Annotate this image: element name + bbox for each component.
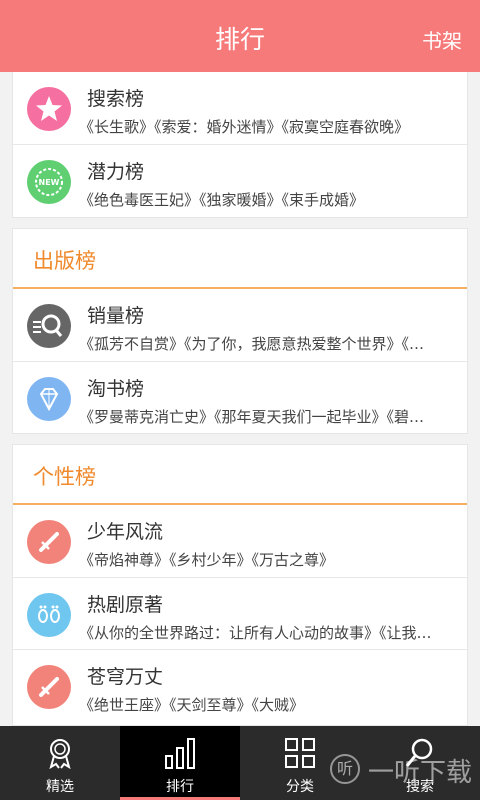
ranking-row-youth[interactable]: 少年风流 《帝焰神尊》《乡村少年》《万古之尊》 — [13, 505, 467, 577]
ranking-name: 淘书榜 — [87, 378, 145, 400]
app-header: 排行 书架 — [0, 0, 480, 72]
ranking-row-search[interactable]: 搜索榜 《长生歌》《索爱：婚外迷情》《寂寞空庭春欲晚》 — [13, 72, 467, 144]
sword-icon — [27, 665, 71, 709]
ranking-books: 《帝焰神尊》《乡村少年》《万古之尊》 — [79, 551, 335, 569]
star-icon — [27, 87, 71, 131]
bar-chart-icon — [165, 738, 195, 769]
ranking-card-personal: 个性榜 少年风流 《帝焰神尊》《乡村少年》《万古之尊》 热剧原著 《从你的全世界… — [12, 444, 468, 726]
ranking-row-taoshu[interactable]: 淘书榜 《罗曼蒂克消亡史》《那年夏天我们一起毕业》《碧… — [13, 361, 467, 433]
ranking-name: 少年风流 — [87, 521, 164, 543]
ranking-books: 《从你的全世界路过：让所有人心动的故事》《让我… — [79, 624, 432, 642]
diamond-icon — [27, 377, 71, 421]
ranking-books: 《长生歌》《索爱：婚外迷情》《寂寞空庭春欲晚》 — [79, 118, 410, 136]
ranking-name: 搜索榜 — [87, 88, 145, 110]
sword-icon — [27, 520, 71, 564]
section-title-personal: 个性榜 — [13, 445, 467, 505]
page-title: 排行 — [214, 25, 265, 54]
new-badge-icon: NEW — [27, 160, 71, 204]
bookshelf-button[interactable]: 书架 — [422, 25, 462, 54]
ranking-row-drama[interactable]: 热剧原著 《从你的全世界路过：让所有人心动的故事》《让我… — [13, 577, 467, 649]
magnifier-icon — [27, 304, 71, 348]
ranking-row-sky[interactable]: 苍穹万丈 《绝世王座》《天剑至尊》《大贼》 — [13, 649, 467, 721]
svg-text:NEW: NEW — [39, 178, 60, 187]
tab-featured[interactable]: 精选 — [0, 726, 120, 800]
ranking-card-top: 搜索榜 《长生歌》《索爱：婚外迷情》《寂寞空庭春欲晚》 NEW 潜力榜 《绝色毒… — [12, 72, 468, 218]
ranking-row-sales[interactable]: 销量榜 《孤芳不自赏》《为了你，我愿意热爱整个世界》《… — [13, 289, 467, 361]
section-title-publish: 出版榜 — [13, 229, 467, 289]
ranking-card-publish: 出版榜 销量榜 《孤芳不自赏》《为了你，我愿意热爱整个世界》《… 淘书榜 《罗曼… — [12, 228, 468, 434]
ranking-books: 《罗曼蒂克消亡史》《那年夏天我们一起毕业》《碧… — [79, 408, 425, 426]
ranking-name: 苍穹万丈 — [87, 666, 164, 688]
medal-icon — [49, 739, 71, 770]
ranking-name: 潜力榜 — [87, 161, 145, 183]
tab-label: 排行 — [166, 779, 194, 795]
ranking-name: 热剧原著 — [87, 594, 164, 616]
ranking-name: 销量榜 — [87, 305, 145, 327]
ranking-books: 《绝色毒医王妃》《独家暖婚》《束手成婚》 — [79, 191, 365, 209]
ranking-books: 《孤芳不自赏》《为了你，我愿意热爱整个世界》《… — [79, 335, 425, 353]
footprint-icon — [27, 593, 71, 637]
watermark-logo-icon: 听 — [330, 754, 360, 784]
ranking-books: 《绝世王座》《天剑至尊》《大贼》 — [79, 696, 305, 714]
ranking-row-potential[interactable]: NEW 潜力榜 《绝色毒医王妃》《独家暖婚》《束手成婚》 — [13, 144, 467, 216]
tab-label: 精选 — [46, 779, 74, 795]
watermark-text: 一听下载 — [368, 758, 473, 788]
tab-ranking[interactable]: 排行 — [120, 726, 240, 800]
grid-icon — [285, 738, 315, 768]
